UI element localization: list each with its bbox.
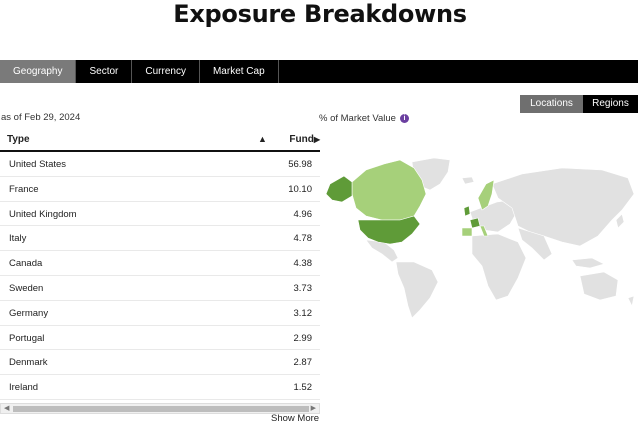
table-row: United Kingdom 4.96 [0, 202, 320, 227]
scroll-left-arrow-icon[interactable]: ◀ [4, 404, 9, 414]
tab-currency[interactable]: Currency [132, 60, 200, 83]
table-row: Ireland 1.52 [0, 375, 320, 400]
united-states-shape [357, 215, 421, 245]
scrollbar-thumb[interactable] [13, 406, 309, 412]
fund-value: 3.73 [293, 282, 313, 294]
iberia-shape [461, 227, 473, 237]
united-kingdom-shape [463, 205, 471, 217]
scroll-right-icon[interactable]: ▶ [314, 135, 320, 144]
country-name: United Kingdom [9, 208, 77, 220]
country-name: Canada [9, 258, 43, 270]
fund-value: 2.87 [293, 357, 313, 369]
japan-shape [615, 213, 625, 229]
tab-sector[interactable]: Sector [76, 60, 133, 83]
country-name: Ireland [9, 382, 39, 394]
africa-shape [471, 233, 527, 301]
fund-value: 4.38 [293, 258, 313, 270]
country-name: Denmark [9, 357, 48, 369]
south-america-shape [395, 261, 439, 319]
fund-value: 56.98 [288, 159, 312, 170]
fund-value: 3.12 [293, 307, 313, 319]
country-name: Germany [9, 307, 49, 319]
australia-shape [579, 271, 619, 301]
table-body: United States 56.98 France 10.10 United King… [0, 152, 320, 400]
country-name: France [9, 183, 39, 195]
france-shape [469, 217, 481, 229]
country-name: Italy [9, 233, 27, 245]
regions-toggle-button[interactable]: Regions [583, 95, 638, 113]
fund-value: 1.52 [293, 382, 313, 394]
fund-value: 4.96 [293, 208, 313, 220]
table-row: Italy 4.78 [0, 226, 320, 252]
iceland-shape [461, 176, 475, 185]
locations-toggle-button[interactable]: Locations [520, 95, 583, 113]
geography-table: Type ▲ Fund▶ United States 56.98 France 10.… [0, 128, 320, 400]
fund-value: 10.10 [288, 183, 312, 195]
asia-shape [491, 167, 635, 247]
canada-shape [351, 159, 427, 221]
tab-bar: Geography Sector Currency Market Cap [0, 60, 638, 83]
table-row: Sweden 3.73 [0, 276, 320, 301]
new-zealand-shape [627, 295, 635, 307]
table-row: Canada 4.38 [0, 251, 320, 276]
page-title: Exposure Breakdowns [173, 0, 467, 28]
country-name: United States [9, 159, 67, 170]
tab-geography[interactable]: Geography [0, 60, 77, 83]
table-row: France 10.10 [0, 177, 320, 202]
table-row: United States 56.98 [0, 152, 320, 177]
column-header-type[interactable]: Type [7, 134, 30, 145]
indonesia-shape [571, 257, 605, 269]
sort-ascending-icon[interactable]: ▲ [258, 134, 267, 144]
fund-value: 2.99 [293, 332, 313, 344]
market-value-label: % of Market Value i [319, 113, 409, 124]
as-of-date: as of Feb 29, 2024 [1, 112, 81, 123]
world-map [325, 157, 635, 319]
country-name: Sweden [9, 282, 44, 294]
info-icon[interactable]: i [399, 114, 409, 123]
fund-value: 4.78 [293, 233, 313, 245]
table-header: Type ▲ Fund▶ [0, 128, 320, 152]
column-header-fund[interactable]: Fund▶ [289, 134, 320, 145]
table-row: Denmark 2.87 [0, 350, 320, 376]
show-more-link[interactable]: Show More [271, 413, 319, 424]
table-row: Portugal 2.99 [0, 326, 320, 351]
alaska-shape [325, 175, 353, 203]
country-name: Portugal [9, 332, 45, 344]
tab-market-cap[interactable]: Market Cap [200, 60, 279, 83]
table-row: Germany 3.12 [0, 301, 320, 326]
market-value-text: % of Market Value [319, 113, 396, 124]
column-header-fund-label: Fund [289, 134, 314, 145]
